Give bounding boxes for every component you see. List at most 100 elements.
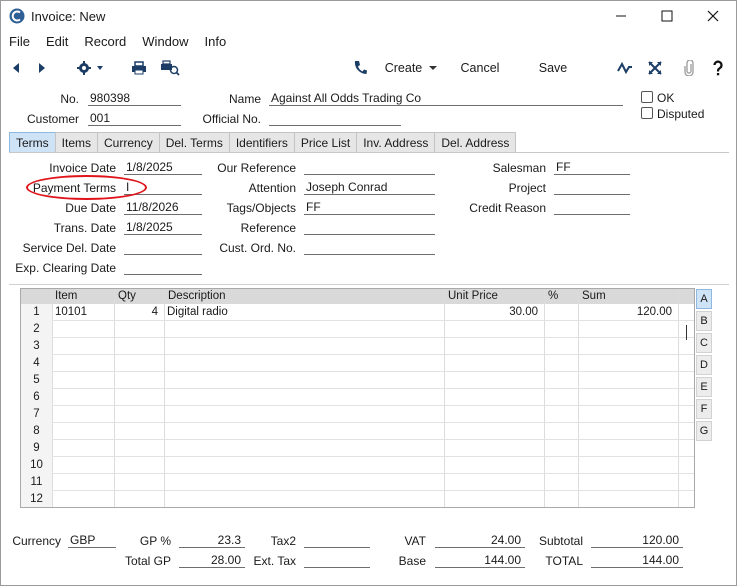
qty-cell[interactable]: 4: [114, 304, 164, 321]
help-button[interactable]: [709, 54, 727, 82]
grid-tab-c[interactable]: C: [696, 333, 712, 353]
description-cell[interactable]: [164, 440, 444, 457]
qty-cell[interactable]: [114, 440, 164, 457]
grid-tab-d[interactable]: D: [696, 355, 712, 375]
our-reference-field[interactable]: [304, 160, 435, 175]
trans-date-field[interactable]: 1/8/2025: [124, 220, 202, 235]
unit-price-cell[interactable]: [444, 372, 544, 389]
tab-del-terms[interactable]: Del. Terms: [158, 132, 230, 152]
description-cell[interactable]: [164, 457, 444, 474]
maximize-button[interactable]: [644, 1, 690, 31]
sum-cell[interactable]: 120.00: [578, 304, 678, 321]
unit-price-cell[interactable]: [444, 355, 544, 372]
print-preview-button[interactable]: [159, 54, 181, 82]
item-cell[interactable]: 10101: [52, 304, 114, 321]
percent-cell[interactable]: [544, 491, 578, 507]
description-cell[interactable]: [164, 389, 444, 406]
grid-tab-a[interactable]: A: [696, 289, 712, 309]
description-cell[interactable]: [164, 338, 444, 355]
description-cell[interactable]: [164, 355, 444, 372]
item-cell[interactable]: [52, 440, 114, 457]
sum-cell[interactable]: [578, 372, 678, 389]
qty-cell[interactable]: [114, 321, 164, 338]
tab-terms[interactable]: Terms: [9, 132, 56, 152]
qty-cell[interactable]: [114, 355, 164, 372]
currency-field[interactable]: GBP: [68, 533, 116, 548]
official-no-field[interactable]: [269, 111, 401, 126]
grid-tab-b[interactable]: B: [696, 311, 712, 331]
sum-cell[interactable]: [578, 389, 678, 406]
cancel-button[interactable]: Cancel: [455, 54, 505, 82]
column-qty-header[interactable]: Qty: [115, 289, 136, 304]
qty-cell[interactable]: [114, 406, 164, 423]
sum-cell[interactable]: [578, 321, 678, 338]
tab-currency[interactable]: Currency: [97, 132, 160, 152]
sum-cell[interactable]: [578, 457, 678, 474]
ok-checkbox[interactable]: [641, 91, 653, 103]
menu-window[interactable]: Window: [134, 32, 196, 52]
description-cell[interactable]: Digital radio: [164, 304, 444, 321]
minimize-button[interactable]: [598, 1, 644, 31]
disputed-checkbox[interactable]: [641, 107, 653, 119]
menu-info[interactable]: Info: [197, 32, 235, 52]
reference-field[interactable]: [304, 220, 435, 235]
item-cell[interactable]: [52, 321, 114, 338]
column-description-header[interactable]: Description: [165, 289, 226, 304]
operations-menu-button[interactable]: [73, 54, 107, 82]
column-item-header[interactable]: Item: [52, 289, 77, 304]
percent-cell[interactable]: [544, 423, 578, 440]
percent-cell[interactable]: [544, 338, 578, 355]
menu-record[interactable]: Record: [76, 32, 134, 52]
percent-cell[interactable]: [544, 355, 578, 372]
sum-cell[interactable]: [578, 355, 678, 372]
phone-button[interactable]: [351, 54, 369, 82]
credit-reason-field[interactable]: [554, 200, 630, 215]
no-field[interactable]: 980398: [88, 91, 181, 106]
percent-cell[interactable]: [544, 440, 578, 457]
item-cell[interactable]: [52, 474, 114, 491]
create-menu-button[interactable]: Create: [383, 54, 441, 82]
item-cell[interactable]: [52, 338, 114, 355]
attention-field[interactable]: Joseph Conrad: [304, 180, 435, 195]
unit-price-cell[interactable]: [444, 440, 544, 457]
menu-file[interactable]: File: [1, 32, 38, 52]
exp-clearing-date-field[interactable]: [124, 260, 202, 275]
qty-cell[interactable]: [114, 372, 164, 389]
unit-price-cell[interactable]: [444, 457, 544, 474]
item-cell[interactable]: [52, 423, 114, 440]
description-cell[interactable]: [164, 321, 444, 338]
percent-cell[interactable]: [544, 406, 578, 423]
qty-cell[interactable]: [114, 423, 164, 440]
item-cell[interactable]: [52, 372, 114, 389]
menu-edit[interactable]: Edit: [38, 32, 76, 52]
attachment-button[interactable]: [679, 54, 699, 82]
sum-cell[interactable]: [578, 406, 678, 423]
unit-price-cell[interactable]: [444, 491, 544, 507]
percent-cell[interactable]: [544, 321, 578, 338]
tab-del-address[interactable]: Del. Address: [434, 132, 517, 152]
grid-tab-e[interactable]: E: [696, 377, 712, 397]
percent-cell[interactable]: [544, 389, 578, 406]
unit-price-cell[interactable]: [444, 474, 544, 491]
percent-cell[interactable]: [544, 372, 578, 389]
qty-cell[interactable]: [114, 474, 164, 491]
sum-cell[interactable]: [578, 338, 678, 355]
description-cell[interactable]: [164, 372, 444, 389]
tab-items[interactable]: Items: [54, 132, 99, 152]
salesman-field[interactable]: FF: [554, 160, 630, 175]
tags-objects-field[interactable]: FF: [304, 200, 435, 215]
item-cell[interactable]: [52, 491, 114, 507]
column-sum-header[interactable]: Sum: [579, 289, 606, 304]
qty-cell[interactable]: [114, 491, 164, 507]
previous-record-button[interactable]: [7, 54, 25, 82]
qty-cell[interactable]: [114, 389, 164, 406]
unit-price-cell[interactable]: [444, 321, 544, 338]
tab-price-list[interactable]: Price List: [293, 132, 358, 152]
customer-field[interactable]: 001: [88, 111, 181, 126]
unit-price-cell[interactable]: 30.00: [444, 304, 544, 321]
percent-cell[interactable]: [544, 474, 578, 491]
grid-tab-g[interactable]: G: [696, 421, 712, 441]
sum-cell[interactable]: [578, 491, 678, 507]
activity-button[interactable]: [615, 54, 635, 82]
print-button[interactable]: [129, 54, 149, 82]
